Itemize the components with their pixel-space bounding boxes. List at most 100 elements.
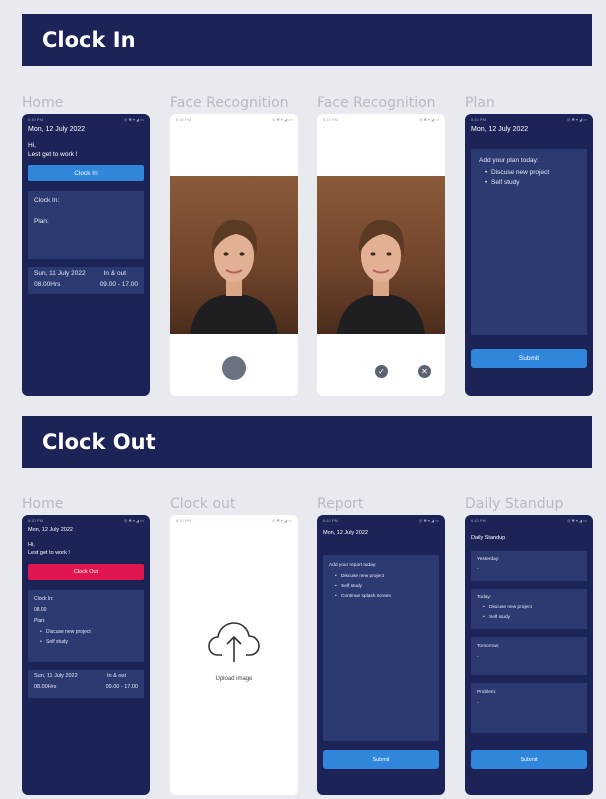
status-icons: ◎ ✱ ▾ ◢ ▭: [271, 116, 292, 122]
plan-heading: Add your plan today:: [479, 157, 539, 164]
cloud-upload-icon: [208, 622, 260, 662]
page-title: Daily Standup: [471, 535, 506, 541]
close-icon[interactable]: ✕: [418, 365, 431, 378]
clock-in-banner: Clock In: [22, 14, 592, 66]
face-recognition-confirm-screen: 6:10 PM ◎ ✱ ▾ ◢ ▭ ✓ ✕: [317, 114, 445, 396]
clock-in-button[interactable]: Clock In: [28, 165, 144, 181]
daily-standup-screen: 6:10 PM ◎ ✱ ▾ ◢ ▭ Daily Standup Yesterda…: [465, 515, 593, 795]
in-out-label: In & out: [107, 673, 126, 679]
column-label-clock-out: Clock out: [170, 496, 236, 512]
face-portrait-image: [190, 219, 278, 334]
plan-screen: 6:10 PM ◎ ✱ ▾ ◢ ▭ Mon, 12 July 2022 Add …: [465, 114, 593, 396]
submit-label: Submit: [520, 756, 538, 763]
yesterday-field[interactable]: Yesterday: -: [471, 551, 587, 581]
status-icons: ◎ ✱ ▾ ◢ ▭: [418, 116, 439, 122]
today-list: Discuse new project Self study: [483, 603, 581, 623]
status-bar: 6:10 PM ◎ ✱ ▾ ◢ ▭: [317, 515, 445, 525]
column-label-home: Home: [22, 95, 64, 111]
greeting-line-1: Hi,: [28, 142, 36, 149]
date-text: Mon, 12 July 2022: [28, 126, 86, 133]
home-clock-in-screen: 6:10 PM ◎ ✱ ▾ ◢ ▭ Mon, 12 July 2022 Hi, …: [22, 114, 150, 396]
section-title: Clock Out: [42, 430, 156, 454]
report-input-area[interactable]: Add your report today: Discuse new proje…: [323, 555, 439, 741]
submit-button[interactable]: Submit: [323, 750, 439, 769]
tomorrow-field[interactable]: Tomorrow: -: [471, 637, 587, 675]
status-time: 6:10 PM: [323, 116, 338, 122]
capture-button[interactable]: [222, 356, 246, 380]
check-icon[interactable]: ✓: [375, 365, 388, 378]
face-photo: [317, 176, 445, 334]
list-item: Discuse new project: [483, 603, 581, 613]
upload-area[interactable]: [208, 619, 260, 668]
today-label: Today:: [477, 595, 492, 600]
date-text: Mon, 12 July 2022: [28, 527, 73, 533]
hours-worked: 08.00Hrs: [34, 684, 57, 690]
status-bar: 6:10 PM ◎ ✱ ▾ ◢ ▭: [465, 114, 593, 124]
today-field[interactable]: Today: Discuse new project Self study: [471, 589, 587, 629]
submit-button[interactable]: Submit: [471, 349, 587, 368]
hours-worked: 08.00Hrs: [34, 281, 61, 288]
column-label-home: Home: [22, 496, 64, 512]
clock-out-button[interactable]: Clock Out: [28, 564, 144, 580]
date-text: Mon, 12 July 2022: [471, 126, 529, 133]
plan-label: Plan:: [34, 218, 49, 225]
clock-in-value: 08.00: [34, 607, 47, 613]
plan-list: Discuse new project Self study: [40, 627, 138, 647]
face-recognition-camera-screen: 6:10 PM ◎ ✱ ▾ ◢ ▭: [170, 114, 298, 396]
status-time: 6:10 PM: [28, 116, 43, 122]
status-time: 6:10 PM: [471, 517, 486, 523]
clock-in-button-label: Clock In: [74, 169, 98, 177]
greeting: Hi, Lest get to work !: [22, 541, 150, 557]
list-item: Self study: [485, 178, 579, 188]
previous-day-card: Sun, 11 July 2022 In & out 08.00Hrs 09.0…: [28, 267, 144, 294]
problem-field[interactable]: Problem: -: [471, 683, 587, 733]
submit-label: Submit: [372, 756, 390, 763]
status-bar: 6:10 PM ◎ ✱ ▾ ◢ ▭: [22, 515, 150, 525]
tomorrow-label: Tomorrow:: [477, 644, 500, 649]
column-label-report: Report: [317, 496, 364, 512]
list-item: Continue splash screen: [335, 592, 433, 602]
list-item: Discuse new project: [485, 168, 579, 178]
list-item: Discuse new project: [40, 627, 138, 637]
column-label-face-recognition-2: Face Recognition: [317, 95, 436, 111]
clock-in-label: Clock In:: [34, 596, 54, 602]
status-time: 6:10 PM: [176, 517, 191, 523]
previous-day-card: Sun, 11 July 2022 In & out 08.00Hrs 09.0…: [28, 670, 144, 698]
status-bar: 6:10 PM ◎ ✱ ▾ ◢ ▭: [170, 515, 298, 525]
date-text: Mon, 12 July 2022: [323, 530, 368, 536]
face-photo: [170, 176, 298, 334]
greeting-line-1: Hi,: [28, 542, 35, 548]
status-icons: ◎ ✱ ▾ ◢ ▭: [418, 517, 439, 523]
tomorrow-value: -: [477, 655, 479, 660]
greeting-line-2: Lest get to work !: [28, 550, 70, 556]
clock-out-upload-screen: 6:10 PM ◎ ✱ ▾ ◢ ▭ Upload image: [170, 515, 298, 795]
clock-out-button-label: Clock Out: [73, 569, 99, 575]
problem-label: Problem:: [477, 690, 497, 695]
status-bar: 6:10 PM ◎ ✱ ▾ ◢ ▭: [22, 114, 150, 124]
greeting-line-2: Lest get to work !: [28, 151, 78, 158]
plan-input-area[interactable]: Add your plan today: Discuse new project…: [471, 149, 587, 335]
clock-out-banner: Clock Out: [22, 416, 592, 468]
home-clock-out-screen: 6:10 PM ◎ ✱ ▾ ◢ ▭ Mon, 12 July 2022 Hi, …: [22, 515, 150, 795]
previous-date: Sun, 11 July 2022: [34, 673, 78, 679]
status-time: 6:10 PM: [323, 517, 338, 523]
report-screen: 6:10 PM ◎ ✱ ▾ ◢ ▭ Mon, 12 July 2022 Add …: [317, 515, 445, 795]
in-out-label: In & out: [103, 270, 126, 277]
report-list: Discuse new project Self study Continue …: [335, 572, 433, 602]
report-heading: Add your report today:: [329, 563, 377, 568]
status-icons: ◎ ✱ ▾ ◢ ▭: [123, 517, 144, 523]
list-item: Self study: [483, 613, 581, 623]
problem-value: -: [477, 701, 479, 706]
yesterday-label: Yesterday:: [477, 557, 500, 562]
submit-button[interactable]: Submit: [471, 750, 587, 769]
status-icons: ◎ ✱ ▾ ◢ ▭: [566, 517, 587, 523]
status-bar: 6:10 PM ◎ ✱ ▾ ◢ ▭: [317, 114, 445, 124]
submit-label: Submit: [518, 355, 540, 362]
column-label-face-recognition: Face Recognition: [170, 95, 289, 111]
previous-date: Sun, 11 July 2022: [34, 270, 86, 277]
status-bar: 6:10 PM ◎ ✱ ▾ ◢ ▭: [465, 515, 593, 525]
plan-list: Discuse new project Self study: [485, 168, 579, 188]
status-icons: ◎ ✱ ▾ ◢ ▭: [566, 116, 587, 122]
column-label-daily-standup: Daily Standup: [465, 496, 564, 512]
status-time: 6:10 PM: [471, 116, 486, 122]
